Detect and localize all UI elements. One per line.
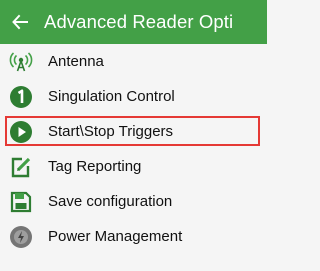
app-bar: Advanced Reader Opti [0, 0, 267, 44]
antenna-icon [8, 49, 34, 75]
play-circle-icon [8, 119, 34, 145]
menu-item-singulation-control[interactable]: Singulation Control [0, 79, 267, 114]
menu-item-label: Start\Stop Triggers [48, 123, 174, 140]
menu-item-tag-reporting[interactable]: Tag Reporting [0, 149, 267, 184]
menu-item-antenna[interactable]: Antenna [0, 44, 267, 79]
settings-menu-list: Antenna Singulation Control Start\Stop T… [0, 44, 267, 254]
edit-note-icon [8, 154, 34, 180]
page-title: Advanced Reader Opti [44, 11, 234, 32]
number-one-circle-icon [8, 84, 34, 110]
menu-item-save-configuration[interactable]: Save configuration [0, 184, 267, 219]
menu-item-label: Power Management [48, 228, 183, 245]
menu-item-start-stop-triggers[interactable]: Start\Stop Triggers [0, 114, 267, 149]
menu-item-label: Singulation Control [48, 88, 175, 105]
save-floppy-icon [8, 189, 34, 215]
power-management-icon [8, 224, 34, 250]
menu-item-label: Antenna [48, 53, 104, 70]
menu-item-label: Save configuration [48, 193, 173, 210]
menu-item-label: Tag Reporting [48, 158, 142, 175]
menu-item-power-management[interactable]: Power Management [0, 219, 267, 254]
arrow-left-icon[interactable] [10, 12, 30, 32]
